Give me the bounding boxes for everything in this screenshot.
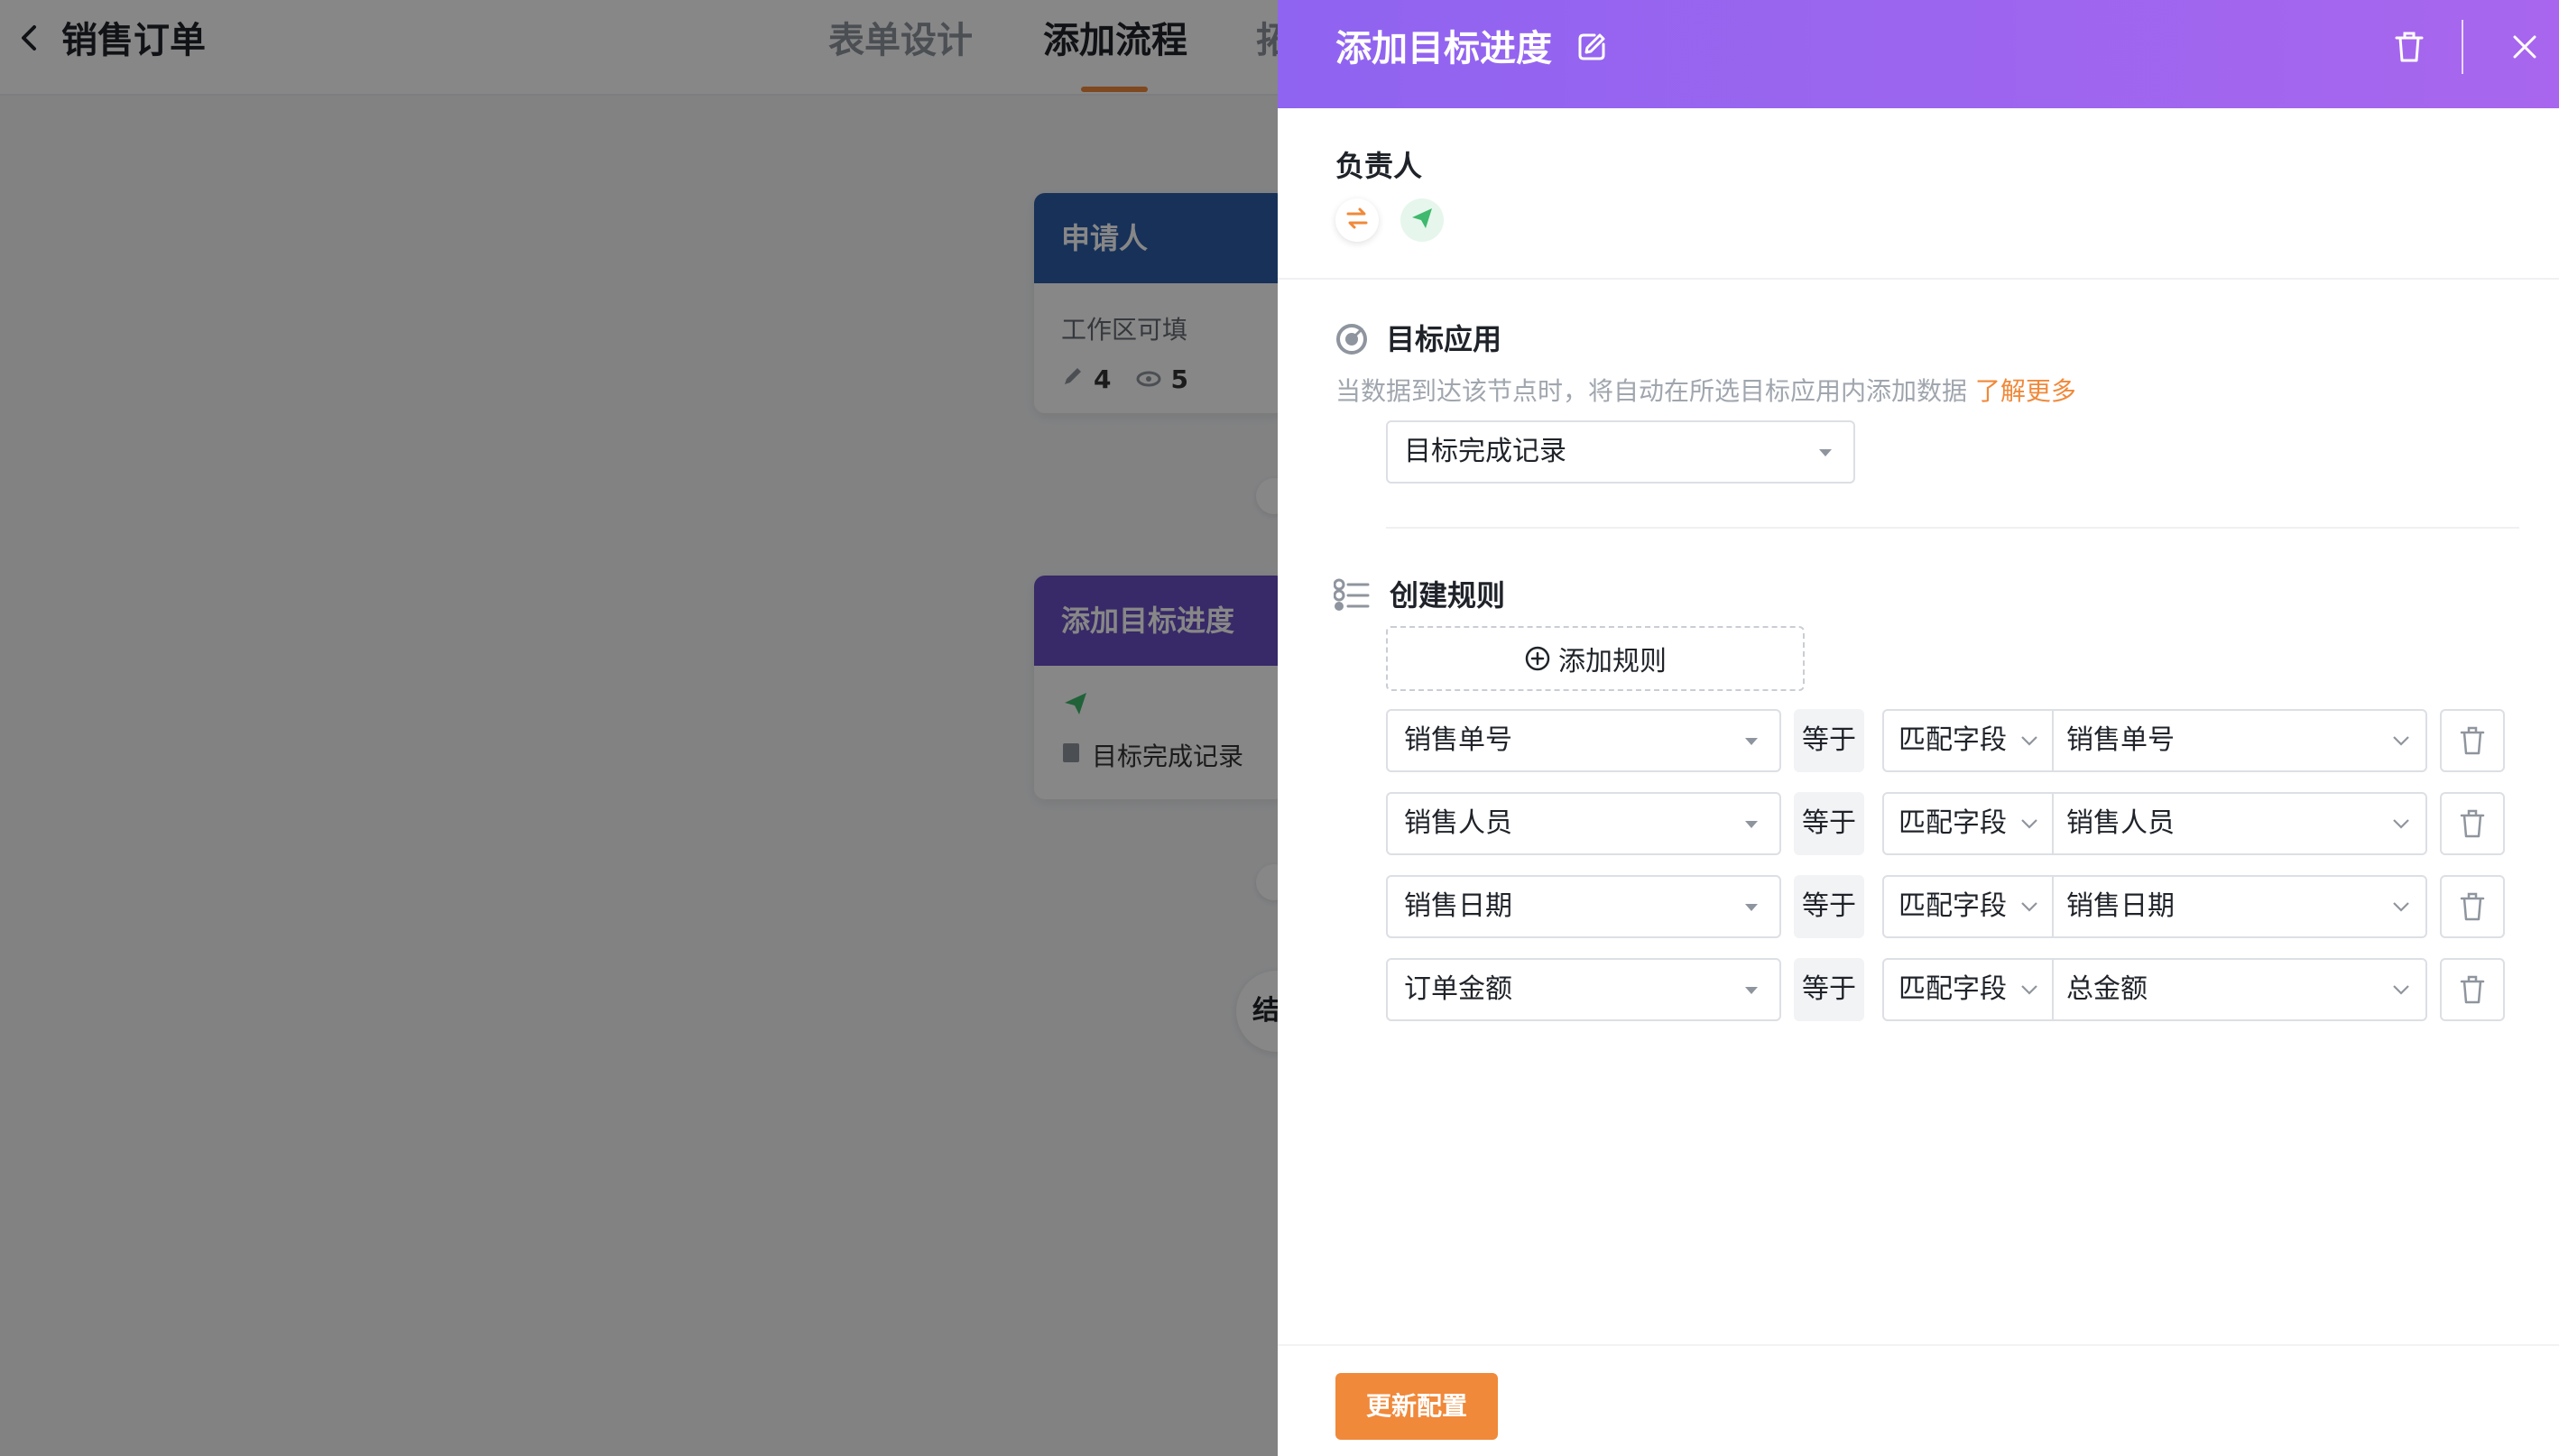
- rule-match-combo[interactable]: 匹配字段 销售日期: [1882, 875, 2427, 938]
- section-divider: [1386, 527, 2519, 529]
- rule-field-select[interactable]: 销售单号: [1386, 709, 1781, 772]
- send-icon: [1409, 206, 1435, 235]
- rule-mode-select[interactable]: 匹配字段: [1884, 794, 2054, 853]
- rule-mode-value: 匹配字段: [1898, 973, 2007, 1005]
- rule-target-value: 销售单号: [2066, 724, 2175, 756]
- trash-icon: [2460, 809, 2485, 838]
- rule-target-value: 销售日期: [2066, 890, 2175, 922]
- rule-operator: 等于: [1794, 958, 1864, 1021]
- rule-mode-select[interactable]: 匹配字段: [1884, 960, 2054, 1019]
- rule-field-select[interactable]: 销售人员: [1386, 792, 1781, 855]
- rule-operator: 等于: [1794, 709, 1864, 772]
- chevron-down-icon: [2393, 985, 2409, 995]
- rule-target-value: 销售人员: [2066, 807, 2175, 839]
- trash-icon: [2460, 892, 2485, 921]
- list-icon: [1333, 577, 1370, 613]
- delete-rule-button[interactable]: [2440, 709, 2505, 772]
- target-app-hint: 当数据到达该节点时，将自动在所选目标应用内添加数据 了解更多: [1335, 373, 2076, 410]
- rule-target-value: 总金额: [2066, 973, 2148, 1005]
- caret-down-icon: [1745, 904, 1758, 911]
- target-app-value: 目标完成记录: [1404, 436, 1566, 467]
- caret-down-icon: [1819, 449, 1832, 456]
- footer-divider: [1278, 1344, 2559, 1346]
- header-divider: [2462, 20, 2463, 74]
- rule-field-value: 销售人员: [1404, 807, 1512, 839]
- rule-operator: 等于: [1794, 875, 1864, 938]
- chevron-down-icon: [2021, 736, 2037, 746]
- target-icon: [1335, 323, 1368, 355]
- close-icon[interactable]: [2505, 27, 2545, 67]
- modal-overlay[interactable]: [0, 0, 1278, 1456]
- target-app-select[interactable]: 目标完成记录: [1386, 420, 1855, 484]
- rule-field-value: 销售日期: [1404, 890, 1512, 922]
- learn-more-link[interactable]: 了解更多: [1975, 376, 2076, 406]
- swap-icon: [1344, 206, 1370, 235]
- rule-match-combo[interactable]: 匹配字段 销售人员: [1882, 792, 2427, 855]
- edit-title-icon[interactable]: [1572, 27, 1612, 67]
- caret-down-icon: [1745, 821, 1758, 828]
- update-config-button[interactable]: 更新配置: [1335, 1373, 1498, 1440]
- add-rule-label: 添加规则: [1558, 646, 1667, 677]
- chevron-down-icon: [2021, 819, 2037, 829]
- rule-mode-value: 匹配字段: [1898, 807, 2007, 839]
- rule-match-combo[interactable]: 匹配字段 总金额: [1882, 958, 2427, 1021]
- add-rule-button[interactable]: 添加规则: [1386, 626, 1805, 691]
- plus-circle-icon: [1525, 646, 1550, 671]
- create-rules-label: 创建规则: [1390, 578, 1506, 613]
- drawer-header: 添加目标进度: [1278, 0, 2559, 108]
- trash-icon[interactable]: [2389, 27, 2429, 67]
- target-app-label: 目标应用: [1386, 322, 1502, 356]
- rule-field-value: 订单金额: [1404, 973, 1512, 1005]
- rule-operator: 等于: [1794, 792, 1864, 855]
- delete-rule-button[interactable]: [2440, 875, 2505, 938]
- send-owner-button[interactable]: [1400, 198, 1444, 242]
- chevron-down-icon: [2021, 985, 2037, 995]
- hint-text: 当数据到达该节点时，将自动在所选目标应用内添加数据: [1335, 376, 1968, 406]
- rule-mode-select[interactable]: 匹配字段: [1884, 711, 2054, 770]
- chevron-down-icon: [2393, 819, 2409, 829]
- swap-owner-button[interactable]: [1335, 198, 1379, 242]
- rule-field-value: 销售单号: [1404, 724, 1512, 756]
- config-drawer: 添加目标进度 负责人 目标应用 当数据到达该节点时，将自动在所选目标应用内添加数…: [1278, 0, 2559, 1456]
- rule-mode-value: 匹配字段: [1898, 724, 2007, 756]
- rule-match-combo[interactable]: 匹配字段 销售单号: [1882, 709, 2427, 772]
- owner-label: 负责人: [1335, 149, 1423, 183]
- caret-down-icon: [1745, 738, 1758, 745]
- rule-mode-value: 匹配字段: [1898, 890, 2007, 922]
- rule-mode-select[interactable]: 匹配字段: [1884, 877, 2054, 936]
- chevron-down-icon: [2021, 902, 2037, 912]
- rule-field-select[interactable]: 订单金额: [1386, 958, 1781, 1021]
- delete-rule-button[interactable]: [2440, 792, 2505, 855]
- trash-icon: [2460, 726, 2485, 755]
- rule-field-select[interactable]: 销售日期: [1386, 875, 1781, 938]
- trash-icon: [2460, 975, 2485, 1004]
- caret-down-icon: [1745, 987, 1758, 994]
- chevron-down-icon: [2393, 902, 2409, 912]
- chevron-down-icon: [2393, 736, 2409, 746]
- delete-rule-button[interactable]: [2440, 958, 2505, 1021]
- section-divider: [1278, 278, 2559, 280]
- drawer-title: 添加目标进度: [1335, 28, 1552, 69]
